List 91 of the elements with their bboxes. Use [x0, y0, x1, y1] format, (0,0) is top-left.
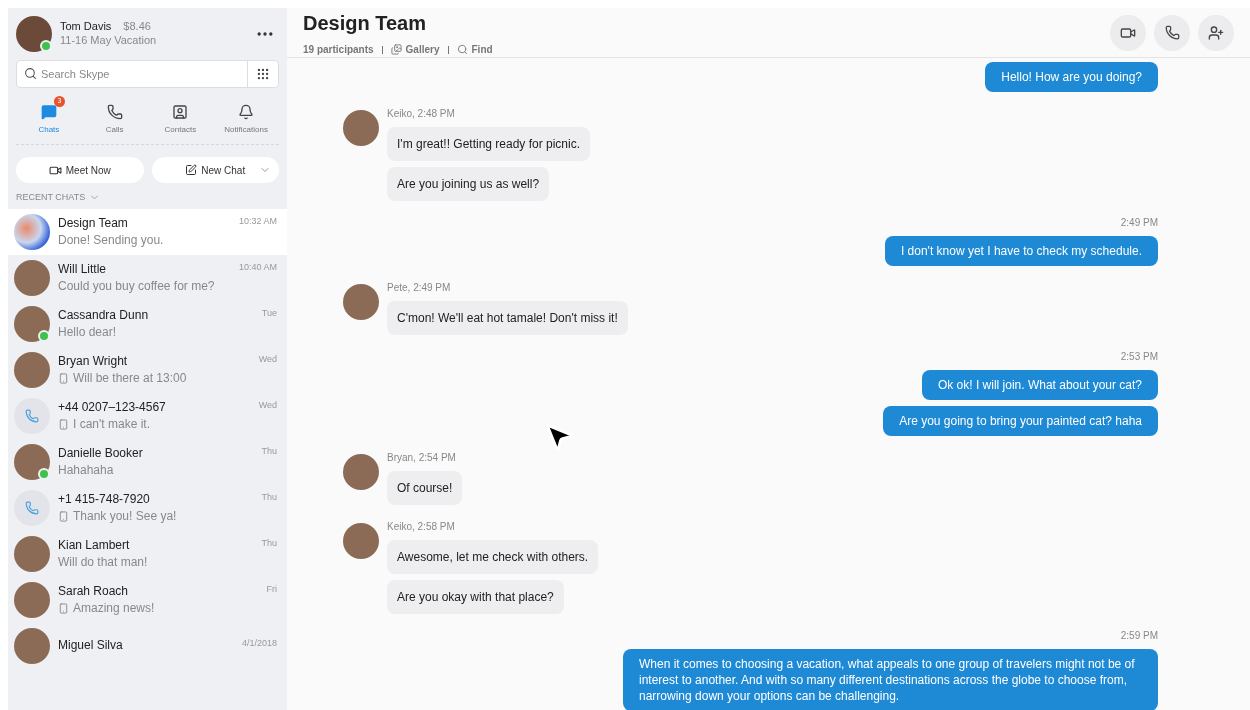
nav-tab[interactable]: Calls	[81, 96, 148, 136]
contact-name: Danielle Booker	[58, 445, 143, 461]
message-preview: Hahahaha	[58, 462, 114, 478]
contact-name: Design Team	[58, 215, 128, 231]
chat-time: Tue	[261, 307, 277, 320]
message-bubble: Ok ok! I will join. What about your cat?	[921, 370, 1158, 400]
contact-card-icon	[172, 104, 189, 120]
chat-time: 10:32 AM	[238, 215, 277, 228]
message-meta: Pete, 2:49 PM	[387, 281, 451, 295]
message-meta: Keiko, 2:48 PM	[387, 107, 455, 121]
search-field[interactable]: Search Skype	[16, 60, 279, 88]
phone-icon	[1164, 25, 1180, 40]
gallery-link[interactable]: Gallery	[390, 42, 440, 57]
chat-list-item[interactable]: Design Team 10:32 AM Done! Sending you.	[8, 208, 287, 255]
add-participant-button[interactable]	[1198, 14, 1234, 51]
nav-tab[interactable]: Contacts	[147, 96, 214, 136]
message-bubble: C'mon! We'll eat hot tamale! Don't miss it!	[387, 301, 628, 335]
message-bubble: Of course!	[387, 471, 463, 505]
gallery-icon	[390, 44, 402, 55]
nav-tab[interactable]: Notifications	[213, 96, 279, 136]
avatar	[343, 284, 379, 320]
message-bubble: Are you joining us as well?	[387, 167, 550, 201]
contact-name: Will Little	[58, 261, 106, 277]
find-link[interactable]: Find	[456, 42, 493, 57]
avatar	[14, 259, 50, 296]
video-call-button[interactable]	[1110, 14, 1146, 51]
message-preview: Hello dear!	[58, 324, 117, 340]
chat-bubble-icon	[40, 104, 57, 120]
chat-time: Thu	[261, 537, 277, 550]
avatar	[343, 110, 379, 146]
message-bubble: Are you going to bring your painted cat? haha	[883, 406, 1158, 436]
conversation-title: Design Team	[303, 11, 427, 36]
avatar	[14, 351, 50, 388]
avatar	[14, 443, 50, 480]
message-meta: Keiko, 2:58 PM	[387, 520, 455, 534]
credit-balance: $8.46	[123, 20, 151, 34]
chat-time: 10:40 AM	[238, 261, 277, 274]
avatar	[14, 581, 50, 618]
message-preview: Done! Sending you.	[58, 232, 164, 248]
chat-time: Wed	[258, 399, 277, 412]
bell-icon	[238, 104, 255, 120]
avatar	[14, 535, 50, 572]
phone-icon	[106, 104, 123, 120]
chat-time: Thu	[261, 445, 277, 458]
message-meta: Bryan, 2:54 PM	[387, 451, 456, 465]
chat-time: Fri	[266, 583, 277, 596]
message-bubble: When it comes to choosing a vacation, what appeals to one group of travelers might not be of interest to another. And with so many different destinations across the globe to choose from, narrowing down your options can be challenging.	[623, 649, 1158, 710]
new-chat-button[interactable]: New Chat	[151, 157, 279, 183]
add-person-icon	[1208, 24, 1224, 41]
phone-icon	[25, 500, 39, 515]
phone-icon	[25, 408, 39, 423]
search-icon	[456, 44, 468, 55]
avatar	[14, 627, 50, 664]
contact-name: Miguel Silva	[58, 638, 123, 653]
mood-message: 11-16 May Vacation	[60, 34, 158, 48]
profile-name: Tom Davis	[60, 20, 112, 34]
message-preview: Amazing news!	[73, 600, 155, 616]
message-bubble: I'm great!! Getting ready for picnic.	[387, 127, 591, 161]
contact-name: +44 0207–123-4567	[58, 399, 166, 415]
contact-name: Bryan Wright	[58, 353, 128, 369]
chat-time: Wed	[258, 353, 277, 366]
contact-name: Sarah Roach	[58, 583, 129, 599]
message-preview: Thank you! See ya!	[73, 508, 177, 524]
avatar	[343, 523, 379, 559]
search-icon	[24, 67, 37, 80]
message-meta: 2:49 PM	[1120, 216, 1158, 230]
message-bubble: Are you okay with that place?	[387, 580, 564, 614]
profile-avatar[interactable]	[16, 16, 52, 52]
message-preview: Will do that man!	[58, 554, 148, 570]
message-meta: 2:59 PM	[1120, 629, 1158, 643]
contact-name: +1 415-748-7920	[58, 491, 150, 507]
chat-time: Thu	[261, 491, 277, 504]
avatar	[14, 305, 50, 342]
dialpad-icon	[256, 67, 270, 81]
meet-now-button[interactable]: Meet Now	[16, 157, 144, 183]
message-preview: Could you buy coffee for me?	[58, 278, 215, 294]
message-meta: 2:53 PM	[1120, 350, 1158, 364]
message-preview: I can't make it.	[73, 416, 150, 432]
chat-time: 4/1/2018	[241, 638, 277, 650]
group-avatar	[14, 213, 50, 250]
section-heading: RECENT CHATS	[16, 191, 86, 204]
message-preview: Will be there at 13:00	[73, 370, 187, 386]
contact-name: Kian Lambert	[58, 537, 130, 553]
contact-name: Cassandra Dunn	[58, 307, 149, 323]
audio-call-button[interactable]	[1154, 14, 1190, 51]
message-bubble: Awesome, let me check with others.	[387, 540, 599, 574]
pencil-icon	[185, 164, 198, 176]
participants-link[interactable]: 19 participants	[303, 42, 374, 57]
message-bubble: Hello! How are you doing?	[985, 62, 1158, 92]
avatar	[343, 454, 379, 490]
message-bubble: I don't know yet I have to check my schedule.	[884, 236, 1158, 266]
